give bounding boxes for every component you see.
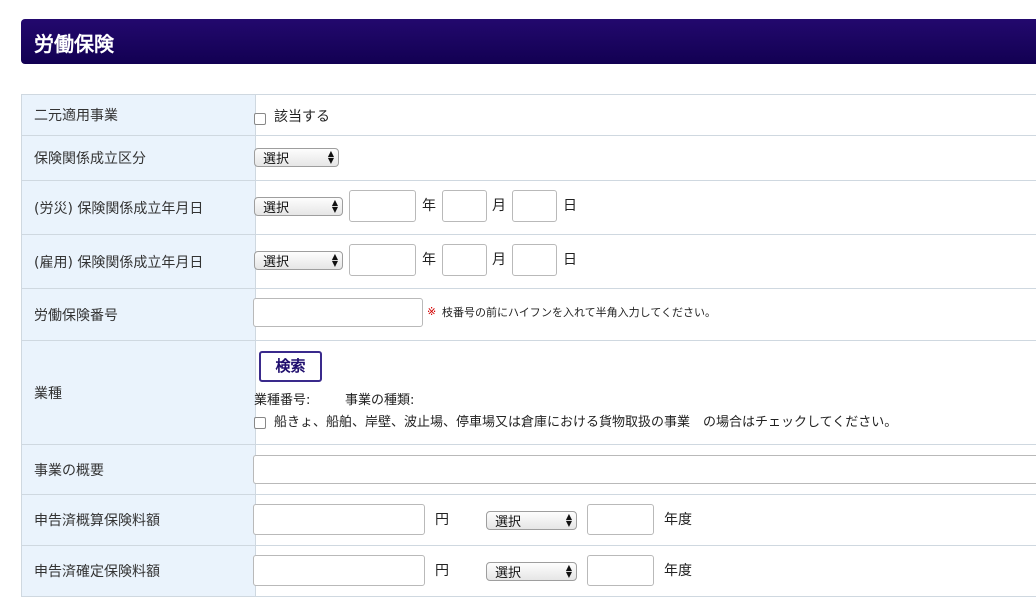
label-gyoshu: 業種 <box>21 341 256 444</box>
kakutei-era-select[interactable]: 選択 ▲ ▼ <box>486 562 577 581</box>
gaisan-nendo-unit: 年度 <box>664 512 692 528</box>
kamotsu-checkbox[interactable] <box>254 417 266 429</box>
kubun-select[interactable]: 選択 ▲ ▼ <box>254 148 339 167</box>
label-koyou: (雇用) 保険関係成立年月日 <box>21 235 256 288</box>
row-kakutei: 申告済確定保険料額 円 選択 ▲ ▼ 年度 <box>21 546 1036 597</box>
koyou-month-unit: 月 <box>492 252 506 268</box>
rousai-day-unit: 日 <box>563 198 577 214</box>
select-arrows-icon: ▲ ▼ <box>331 198 338 214</box>
row-rousai: (労災) 保険関係成立年月日 選択 ▲ ▼ 年 月 日 <box>21 181 1036 235</box>
gaiyou-input[interactable] <box>253 455 1036 484</box>
label-kakutei: 申告済確定保険料額 <box>21 546 256 596</box>
label-kubun: 保険関係成立区分 <box>21 136 256 180</box>
koyou-day-input[interactable] <box>512 244 557 276</box>
kakutei-nendo-unit: 年度 <box>664 563 692 579</box>
koyou-era-select-value: 選択 <box>263 255 290 270</box>
kubun-select-value: 選択 <box>263 152 290 167</box>
kakutei-era-select-value: 選択 <box>495 566 522 581</box>
row-kubun: 保険関係成立区分 選択 ▲ ▼ <box>21 136 1036 181</box>
select-arrows-icon: ▲ ▼ <box>565 563 572 579</box>
row-gaisan: 申告済概算保険料額 円 選択 ▲ ▼ 年度 <box>21 495 1036 546</box>
gaisan-yen-unit: 円 <box>435 512 449 528</box>
kakutei-amount-input[interactable] <box>253 555 425 586</box>
section-header: 労働保険 <box>21 19 1036 64</box>
koyou-era-select[interactable]: 選択 ▲ ▼ <box>254 251 343 270</box>
gyoshu-bango-label: 業種番号: <box>254 393 311 408</box>
label-gaiyou: 事業の概要 <box>21 445 256 494</box>
select-arrows-icon: ▲ ▼ <box>331 252 338 268</box>
gaisan-era-select-value: 選択 <box>495 515 522 530</box>
gaisan-nendo-input[interactable] <box>587 504 654 535</box>
rousai-month-unit: 月 <box>492 198 506 214</box>
label-gaisan: 申告済概算保険料額 <box>21 495 256 545</box>
row-gaiyou: 事業の概要 <box>21 445 1036 495</box>
rousai-day-input[interactable] <box>512 190 557 222</box>
koyou-day-unit: 日 <box>563 252 577 268</box>
gaisan-era-select[interactable]: 選択 ▲ ▼ <box>486 511 577 530</box>
note-mark: ※ <box>427 305 437 318</box>
koyou-year-unit: 年 <box>422 252 436 268</box>
label-rousai: (労災) 保険関係成立年月日 <box>21 181 256 234</box>
nigen-checkbox[interactable] <box>254 113 266 125</box>
labor-insurance-form: 二元適用事業 該当する 保険関係成立区分 選択 ▲ ▼ (労災) 保険関係成立年月… <box>21 94 1036 597</box>
jigyo-shurui-label: 事業の種類: <box>345 393 415 408</box>
kamotsu-checkbox-label: 船きょ、船舶、岸壁、波止場、停車場又は倉庫における貨物取扱の事業 の場合はチェッ… <box>274 415 898 430</box>
row-koyou: (雇用) 保険関係成立年月日 選択 ▲ ▼ 年 月 日 <box>21 235 1036 289</box>
kakutei-yen-unit: 円 <box>435 563 449 579</box>
koyou-year-input[interactable] <box>349 244 416 276</box>
label-nigen: 二元適用事業 <box>21 95 256 135</box>
kakutei-nendo-input[interactable] <box>587 555 654 586</box>
select-arrows-icon: ▲ ▼ <box>327 149 334 165</box>
select-arrows-icon: ▲ ▼ <box>565 512 572 528</box>
rodo-hoken-bango-input[interactable] <box>253 298 423 327</box>
koyou-month-input[interactable] <box>442 244 487 276</box>
rousai-month-input[interactable] <box>442 190 487 222</box>
row-bango: 労働保険番号 ※ 枝番号の前にハイフンを入れて半角入力してください。 <box>21 289 1036 341</box>
rousai-era-select[interactable]: 選択 ▲ ▼ <box>254 197 343 216</box>
rousai-era-select-value: 選択 <box>263 201 290 216</box>
label-bango: 労働保険番号 <box>21 289 256 340</box>
gaisan-amount-input[interactable] <box>253 504 425 535</box>
row-nigen: 二元適用事業 該当する <box>21 95 1036 136</box>
rousai-year-unit: 年 <box>422 198 436 214</box>
nigen-checkbox-label: 該当する <box>274 109 330 125</box>
bango-note: 枝番号の前にハイフンを入れて半角入力してください。 <box>442 306 717 319</box>
search-button[interactable]: 検索 <box>259 351 322 382</box>
rousai-year-input[interactable] <box>349 190 416 222</box>
section-title: 労働保険 <box>34 32 114 56</box>
row-gyoshu: 業種 検索 業種番号: 事業の種類: 船きょ、船舶、岸壁、波止場、停車場又は倉庫… <box>21 341 1036 445</box>
